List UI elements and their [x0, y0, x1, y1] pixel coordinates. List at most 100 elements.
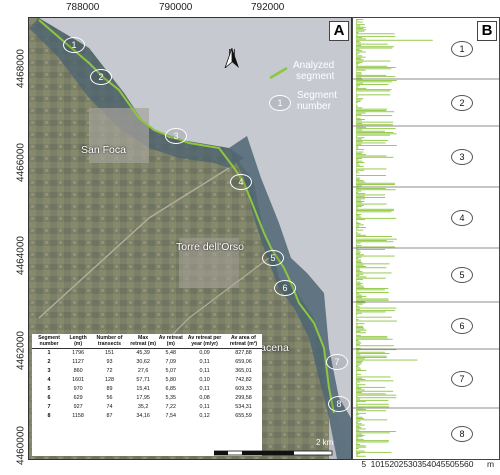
table-cell: 6 — [47, 395, 51, 401]
retreat-bar — [356, 245, 362, 247]
y-tick-4460000: 4460000 — [15, 426, 27, 465]
retreat-bar — [356, 394, 397, 396]
retreat-bar — [356, 264, 364, 266]
retreat-bar — [356, 190, 362, 192]
retreat-bar — [356, 396, 358, 397]
table-cell: 87 — [106, 413, 113, 419]
retreat-bar — [356, 359, 418, 361]
table-cell: 35,2 — [137, 404, 149, 410]
retreat-bar — [356, 203, 387, 205]
retreat-bar — [356, 65, 388, 67]
retreat-bar — [356, 106, 358, 107]
retreat-bar — [356, 285, 364, 287]
retreat-bar — [356, 241, 394, 243]
retreat-bar — [356, 397, 397, 399]
retreat-bar — [356, 376, 391, 378]
retreat-bar — [356, 332, 366, 334]
retreat-bar — [356, 100, 361, 102]
place-torre-dell-orso: Torre dell'Orso — [176, 241, 244, 253]
retreat-bar — [356, 289, 385, 291]
north-arrow: N — [222, 48, 242, 68]
retreat-bar — [356, 224, 364, 226]
table-cell: 860 — [73, 368, 83, 374]
retreat-bar — [356, 279, 363, 280]
retreat-bar — [356, 259, 361, 261]
chart-segment-label-2: 2 — [451, 94, 473, 111]
retreat-bar — [356, 388, 362, 390]
retreat-bar — [356, 95, 359, 97]
retreat-bar — [356, 69, 366, 71]
col-segment-number: Segment number — [32, 334, 67, 349]
table-cell: 6,85 — [165, 386, 177, 392]
retreat-bar — [356, 54, 358, 55]
table-cell: 151 — [104, 350, 114, 356]
table-cell: 659,06 — [235, 359, 252, 365]
retreat-bar — [356, 136, 358, 137]
retreat-bar — [356, 334, 361, 336]
panel-label-a: A — [329, 21, 349, 41]
legend-segment-symbol: 1 — [269, 95, 291, 111]
retreat-bar — [356, 429, 360, 431]
retreat-bar — [356, 64, 358, 66]
retreat-bar — [356, 128, 396, 130]
retreat-bar — [356, 219, 366, 221]
retreat-bar — [356, 163, 359, 165]
retreat-bar — [356, 312, 362, 314]
retreat-bar — [356, 71, 357, 72]
retreat-bar — [356, 45, 362, 46]
retreat-bar — [356, 280, 357, 282]
retreat-bar — [356, 195, 365, 197]
table-cell: 2 — [47, 359, 51, 365]
retreat-bar — [356, 281, 361, 283]
retreat-bar — [356, 34, 358, 36]
retreat-bar — [356, 113, 362, 115]
retreat-bar — [356, 180, 364, 182]
retreat-bar — [356, 251, 361, 253]
retreat-bar — [356, 412, 366, 414]
retreat-bar — [356, 33, 395, 35]
retreat-bar — [356, 107, 363, 109]
retreat-bar — [356, 351, 385, 353]
retreat-bar — [356, 110, 387, 111]
x-tick-label: 45 — [436, 459, 446, 469]
retreat-bar — [356, 230, 357, 232]
chart-segment-label-8: 8 — [451, 425, 473, 442]
retreat-bar — [356, 315, 357, 317]
retreat-bar — [356, 165, 364, 167]
retreat-bar — [356, 444, 361, 445]
map-segment-7: 7 — [326, 354, 348, 370]
retreat-bar — [356, 286, 365, 288]
retreat-bar — [356, 380, 394, 382]
table-cell: 74 — [106, 404, 113, 410]
chart-segment-label-5: 5 — [451, 267, 473, 283]
retreat-bar — [356, 238, 397, 240]
y-tick-4462000: 4462000 — [15, 331, 27, 370]
retreat-bar — [356, 424, 365, 426]
scale-label-0-5: 0.5 — [226, 438, 238, 447]
retreat-bar — [356, 112, 366, 114]
retreat-bar — [356, 155, 387, 157]
retreat-bar — [356, 39, 433, 41]
retreat-bar — [356, 324, 358, 326]
retreat-bar — [356, 171, 358, 172]
retreat-bar — [356, 86, 359, 88]
x-tick-label: 5 — [361, 459, 367, 469]
table-cell: 534,31 — [235, 404, 252, 410]
retreat-bar — [356, 440, 389, 442]
retreat-bar — [356, 363, 362, 365]
retreat-bar — [356, 422, 358, 423]
retreat-bar — [356, 276, 367, 278]
retreat-bar — [356, 47, 393, 49]
retreat-bar — [356, 143, 362, 145]
retreat-bar — [356, 212, 358, 214]
table-cell: 5,07 — [165, 368, 177, 374]
retreat-bar — [356, 124, 393, 126]
table-cell: 0,11 — [199, 386, 210, 392]
retreat-bar — [356, 242, 361, 244]
table-cell: 927 — [73, 404, 83, 410]
retreat-bar — [356, 453, 361, 455]
retreat-bar — [356, 341, 361, 343]
table-cell: 0,10 — [199, 377, 210, 383]
legend-segment-line1: Segment — [297, 90, 338, 101]
retreat-bar — [356, 357, 387, 358]
